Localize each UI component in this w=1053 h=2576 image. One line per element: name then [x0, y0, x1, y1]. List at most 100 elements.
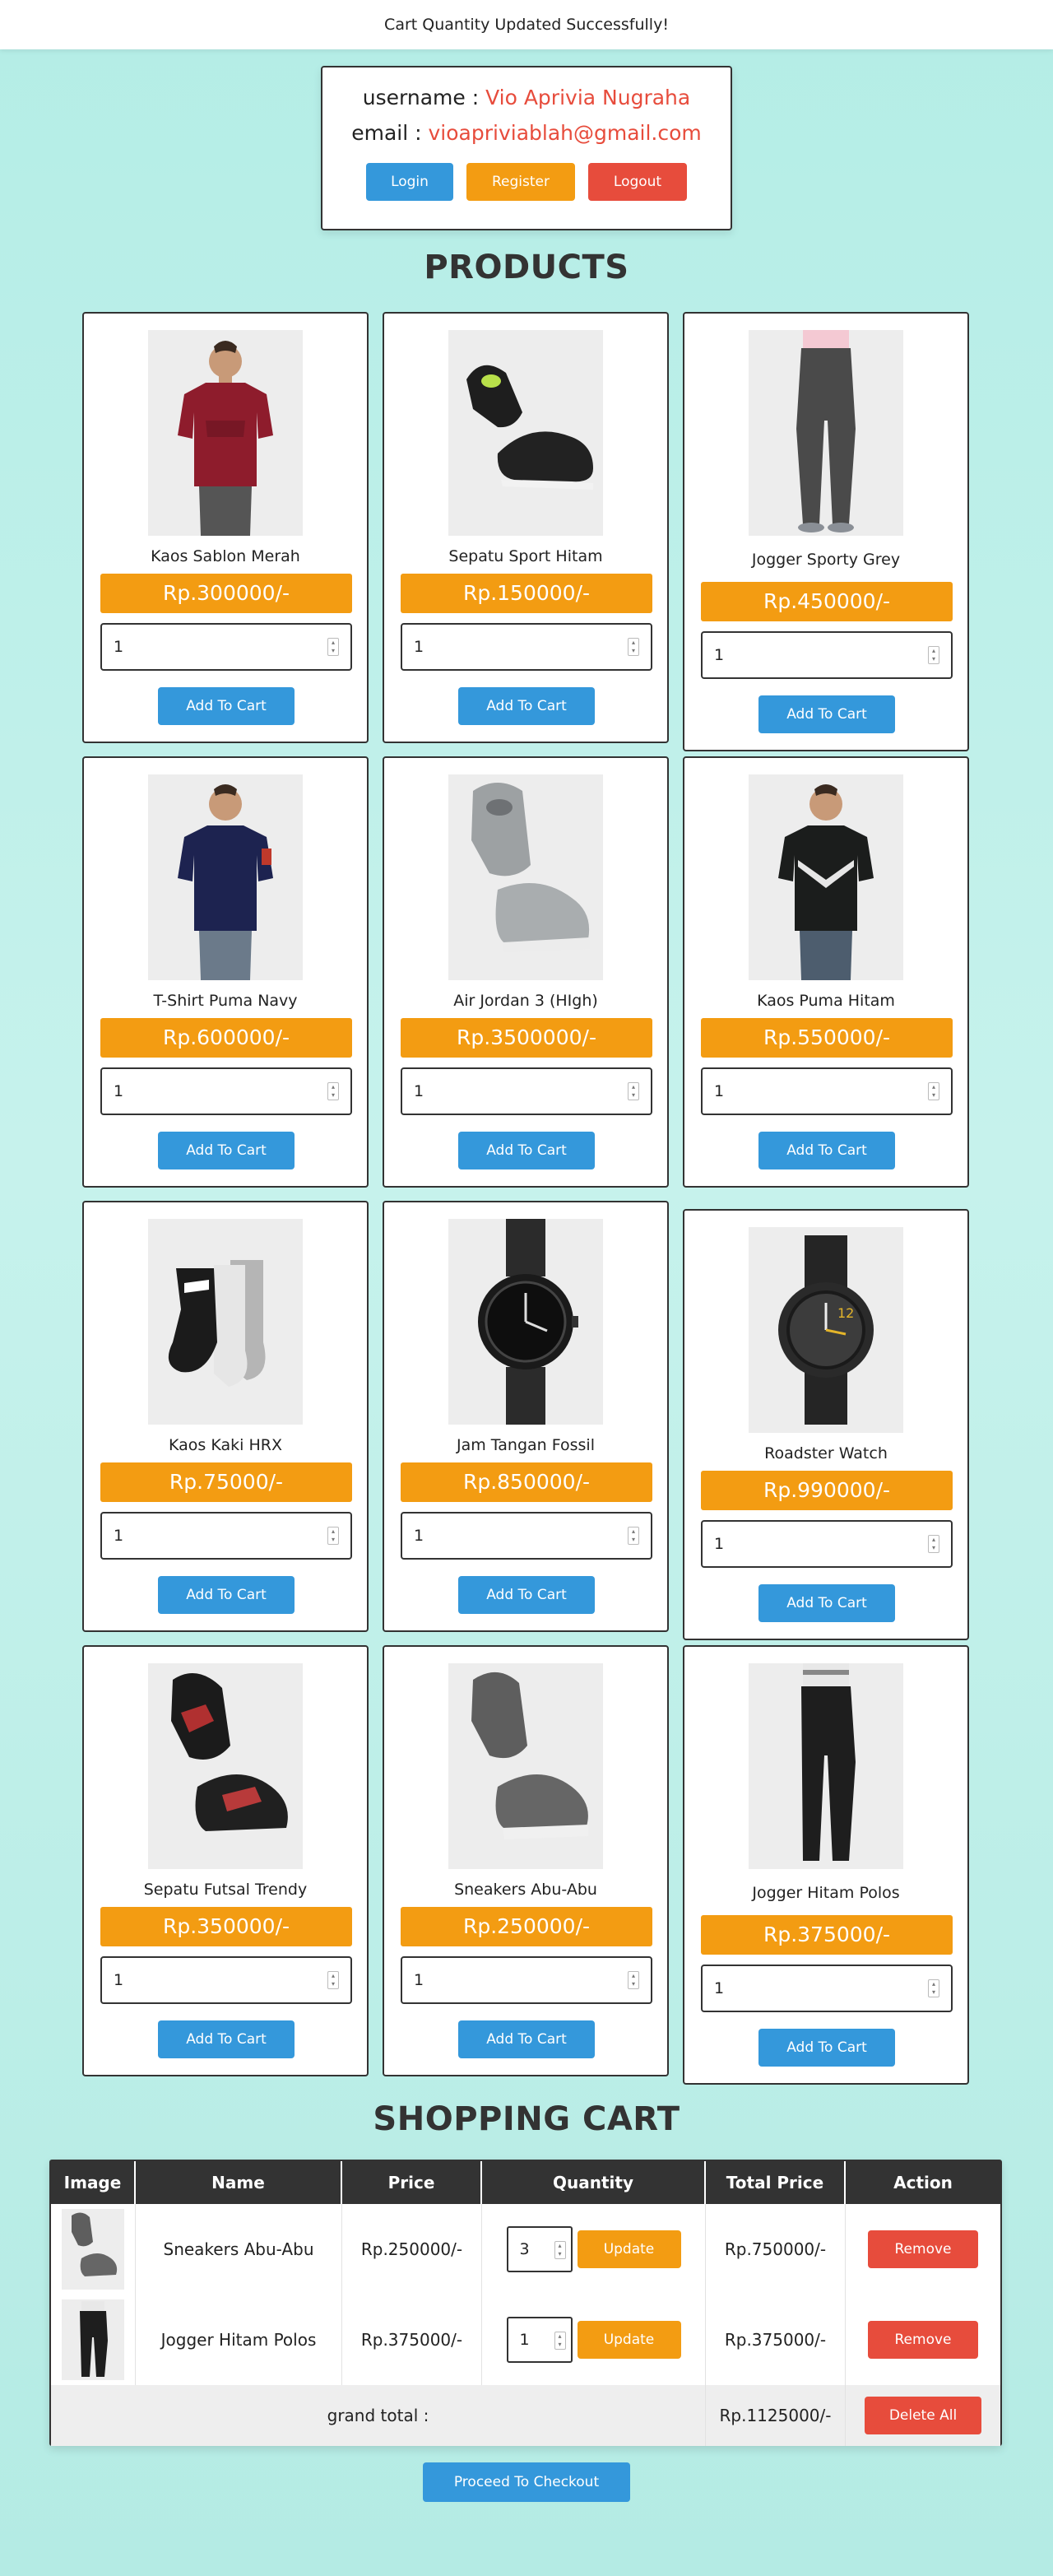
spinner-icon[interactable]: ▴ ▾: [628, 1082, 639, 1100]
product-card: T-Shirt Puma Navy Rp.600000/- 1 ▴ ▾ Add To…: [82, 756, 369, 1188]
spinner-icon[interactable]: ▴ ▾: [928, 1082, 939, 1100]
delete-all-button[interactable]: Delete All: [865, 2397, 981, 2434]
product-price: Rp.300000/-: [100, 574, 352, 613]
product-price: Rp.990000/-: [701, 1471, 953, 1510]
product-price: Rp.75000/-: [100, 1462, 352, 1502]
quantity-input[interactable]: 1 ▴ ▾: [401, 623, 652, 671]
status-message: Cart Quantity Updated Successfully!: [0, 0, 1053, 49]
quantity-input[interactable]: 1 ▴ ▾: [401, 1512, 652, 1560]
spinner-icon[interactable]: ▴ ▾: [928, 1979, 939, 1997]
spinner-icon[interactable]: ▴ ▾: [628, 638, 639, 656]
product-name: Kaos Puma Hitam: [757, 992, 895, 1010]
add-to-cart-button[interactable]: Add To Cart: [158, 2020, 295, 2058]
product-card: Jam Tangan Fossil Rp.850000/- 1 ▴ ▾ Add To…: [383, 1201, 669, 1632]
product-price: Rp.600000/-: [100, 1018, 352, 1058]
cart-item-image: [62, 2299, 124, 2380]
checkout-button[interactable]: Proceed To Checkout: [423, 2462, 630, 2502]
cart-footer: grand total : Rp.1125000/- Delete All: [51, 2385, 1000, 2446]
add-to-cart-button[interactable]: Add To Cart: [758, 1132, 895, 1169]
product-name: Air Jordan 3 (HIgh): [453, 992, 598, 1010]
quantity-input[interactable]: 1 ▴ ▾: [401, 1067, 652, 1115]
spinner-icon[interactable]: ▴ ▾: [327, 1082, 339, 1100]
product-image-grey-sneakers: [448, 1663, 603, 1869]
add-to-cart-button[interactable]: Add To Cart: [458, 1576, 595, 1614]
product-image-red-tshirt: [148, 330, 303, 536]
header-name: Name: [136, 2161, 342, 2204]
product-image-navy-polo: [148, 774, 303, 980]
cart-quantity-input[interactable]: 3 ▴ ▾: [506, 2226, 573, 2272]
product-card: Kaos Puma Hitam Rp.550000/- 1 ▴ ▾ Add To C…: [683, 756, 969, 1188]
login-button[interactable]: Login: [366, 163, 453, 201]
spinner-icon[interactable]: ▴ ▾: [928, 1535, 939, 1553]
quantity-input[interactable]: 1 ▴ ▾: [100, 1067, 352, 1115]
add-to-cart-button[interactable]: Add To Cart: [158, 687, 295, 725]
product-name: Sepatu Sport Hitam: [448, 547, 603, 565]
quantity-input[interactable]: 1 ▴ ▾: [701, 1067, 953, 1115]
spinner-icon[interactable]: ▴ ▾: [928, 646, 939, 664]
add-to-cart-button[interactable]: Add To Cart: [158, 1576, 295, 1614]
spinner-icon[interactable]: ▴ ▾: [628, 1527, 639, 1545]
add-to-cart-button[interactable]: Add To Cart: [158, 1132, 295, 1169]
spinner-icon[interactable]: ▴ ▾: [327, 1971, 339, 1989]
product-image-grey-jogger: [749, 330, 903, 536]
add-to-cart-button[interactable]: Add To Cart: [758, 2029, 895, 2067]
header-quantity: Quantity: [482, 2161, 706, 2204]
product-card: Kaos Sablon Merah Rp.300000/- 1 ▴ ▾ Add To…: [82, 312, 369, 743]
spinner-icon[interactable]: ▴ ▾: [327, 1527, 339, 1545]
product-price: Rp.550000/-: [701, 1018, 953, 1058]
register-button[interactable]: Register: [466, 163, 575, 201]
add-to-cart-button[interactable]: Add To Cart: [758, 695, 895, 733]
email-label: email :: [351, 121, 422, 145]
product-price: Rp.150000/-: [401, 574, 652, 613]
product-card: Jogger Hitam Polos Rp.375000/- 1 ▴ ▾ Add T…: [683, 1645, 969, 2085]
product-card: 12 Roadster Watch Rp.990000/- 1 ▴ ▾ Add To…: [683, 1209, 969, 1640]
header-image: Image: [51, 2161, 136, 2204]
product-card: Jogger Sporty Grey Rp.450000/- 1 ▴ ▾ Add T…: [683, 312, 969, 751]
product-image-roadster-watch: 12: [749, 1227, 903, 1433]
quantity-input[interactable]: 1 ▴ ▾: [100, 1512, 352, 1560]
product-image-hrx-socks: [148, 1219, 303, 1425]
cart-item-name: Sneakers Abu-Abu: [136, 2204, 342, 2295]
quantity-input[interactable]: 1 ▴ ▾: [701, 1520, 953, 1568]
update-button[interactable]: Update: [577, 2321, 681, 2359]
add-to-cart-button[interactable]: Add To Cart: [458, 1132, 595, 1169]
cart-item-total: Rp.375000/-: [706, 2295, 846, 2385]
quantity-input[interactable]: 1 ▴ ▾: [100, 623, 352, 671]
cart-item-price: Rp.375000/-: [342, 2295, 482, 2385]
spinner-icon[interactable]: ▴ ▾: [628, 1971, 639, 1989]
add-to-cart-button[interactable]: Add To Cart: [458, 687, 595, 725]
product-image-black-puma-tee: [749, 774, 903, 980]
table-row: Sneakers Abu-Abu Rp.250000/- 3 ▴ ▾ Update …: [51, 2204, 1000, 2295]
header-price: Price: [342, 2161, 482, 2204]
spinner-icon[interactable]: ▴ ▾: [554, 2332, 566, 2350]
quantity-input[interactable]: 1 ▴ ▾: [701, 1965, 953, 2012]
svg-text:12: 12: [837, 1305, 854, 1321]
add-to-cart-button[interactable]: Add To Cart: [458, 2020, 595, 2058]
product-card: Kaos Kaki HRX Rp.75000/- 1 ▴ ▾ Add To Cart: [82, 1201, 369, 1632]
product-name: Kaos Kaki HRX: [169, 1436, 282, 1454]
product-card: Sepatu Futsal Trendy Rp.350000/- 1 ▴ ▾ Add…: [82, 1645, 369, 2076]
username-label: username :: [362, 86, 480, 109]
product-image-air-jordan: [448, 774, 603, 980]
product-name: Jam Tangan Fossil: [457, 1436, 595, 1454]
header-action: Action: [893, 2173, 953, 2192]
user-info-box: username : Vio Aprivia Nugraha email : v…: [321, 66, 732, 230]
add-to-cart-button[interactable]: Add To Cart: [758, 1584, 895, 1622]
product-name: T-Shirt Puma Navy: [153, 992, 298, 1010]
product-image-sport-shoes: [448, 330, 603, 536]
remove-button[interactable]: Remove: [868, 2230, 978, 2268]
logout-button[interactable]: Logout: [588, 163, 687, 201]
quantity-input[interactable]: 1 ▴ ▾: [701, 631, 953, 679]
spinner-icon[interactable]: ▴ ▾: [327, 638, 339, 656]
grand-total-value: Rp.1125000/-: [706, 2385, 846, 2446]
email-line: email : vioapriviablah@gmail.com: [322, 121, 731, 145]
product-name: Sepatu Futsal Trendy: [143, 1881, 308, 1899]
username-line: username : Vio Aprivia Nugraha: [322, 86, 731, 109]
update-button[interactable]: Update: [577, 2230, 681, 2268]
cart-quantity-input[interactable]: 1 ▴ ▾: [506, 2317, 573, 2363]
remove-button[interactable]: Remove: [868, 2321, 978, 2359]
spinner-icon[interactable]: ▴ ▾: [554, 2241, 566, 2259]
product-card: Sepatu Sport Hitam Rp.150000/- 1 ▴ ▾ Add T…: [383, 312, 669, 743]
quantity-input[interactable]: 1 ▴ ▾: [100, 1956, 352, 2004]
quantity-input[interactable]: 1 ▴ ▾: [401, 1956, 652, 2004]
